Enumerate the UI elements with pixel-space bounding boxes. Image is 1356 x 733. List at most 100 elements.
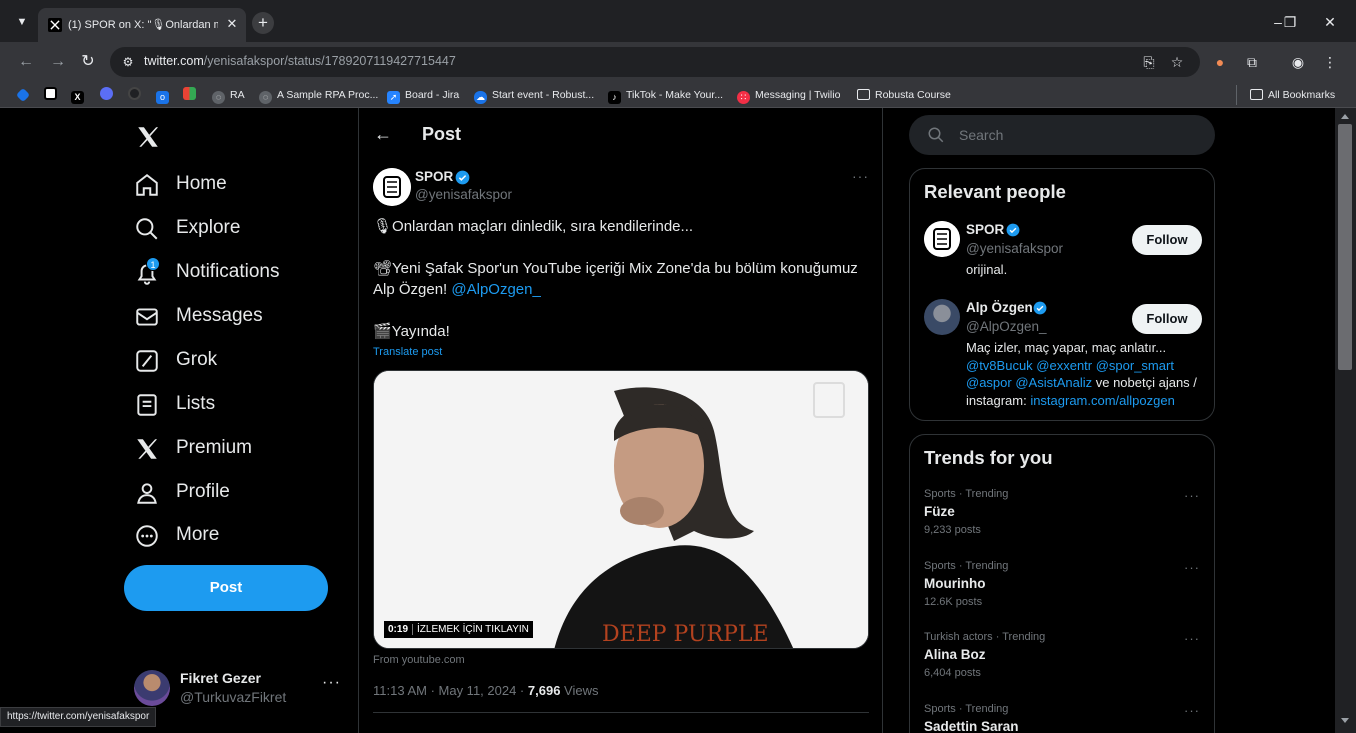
link-source[interactable]: From youtube.com xyxy=(373,654,465,666)
account-avatar[interactable] xyxy=(134,670,170,706)
author-name[interactable]: SPOR xyxy=(415,169,453,184)
person-avatar-spor[interactable] xyxy=(924,221,960,257)
account-handle[interactable]: @TurkuvazFikret xyxy=(180,689,286,705)
mail-icon xyxy=(136,308,158,326)
scroll-up-icon[interactable] xyxy=(1341,114,1349,119)
author-handle[interactable]: @yenisafakspor xyxy=(415,187,512,202)
list-icon xyxy=(137,394,157,416)
notification-badge: 1 xyxy=(146,257,160,271)
restore-icon[interactable]: ❐ xyxy=(1280,12,1300,32)
bookmarks-bar: X o ◌ RA ◌ A Sample RPA Proc... ➚ Board - J… xyxy=(0,82,1356,108)
person-handle-alp[interactable]: @AlpOzgen_ xyxy=(966,319,1047,334)
bookmark-ra[interactable]: ◌ RA xyxy=(212,87,245,104)
instagram-link[interactable]: instagram.com/allpozgen xyxy=(1030,393,1175,408)
x-icon xyxy=(137,439,158,459)
search-input[interactable]: Search xyxy=(959,127,1003,143)
person-avatar-alp[interactable] xyxy=(924,299,960,335)
trend-item[interactable]: Sports · Trending Mourinho 12.6K posts ·… xyxy=(924,560,1204,620)
scroll-down-icon[interactable] xyxy=(1341,718,1349,723)
x-logo-icon[interactable] xyxy=(135,124,161,150)
bookmark-5[interactable] xyxy=(128,87,146,103)
bookmark-robusta-folder[interactable]: Robusta Course xyxy=(857,87,951,103)
trend-more-icon[interactable]: ··· xyxy=(1184,488,1200,503)
extension-icon[interactable]: ● xyxy=(1210,52,1230,72)
trend-item[interactable]: Sports · Trending Sadettin Saran ··· xyxy=(924,703,1204,733)
tab-close-icon[interactable]: ✕ xyxy=(224,16,240,32)
bookmark-start-event[interactable]: ☁ Start event - Robust... xyxy=(474,87,594,104)
tab-search-dropdown-icon[interactable]: ▼ xyxy=(14,14,30,30)
bookmark-4[interactable] xyxy=(100,87,118,103)
bookmarks-separator xyxy=(1236,85,1237,105)
bookmark-grid[interactable] xyxy=(183,87,201,103)
mention-link[interactable]: @AlpOzgen_ xyxy=(451,281,540,298)
person-name-alp[interactable]: Alp Özgen xyxy=(966,300,1033,315)
video-duration-tag: 0:19 İZLEMEK İÇİN TIKLAYIN xyxy=(384,621,533,638)
browser-tab[interactable]: (1) SPOR on X: "🎙Onlardan maçları dinled… xyxy=(38,8,246,42)
profile-avatar-icon[interactable]: ◉ xyxy=(1288,52,1308,72)
person-name-spor[interactable]: SPOR xyxy=(966,222,1004,237)
video-thumbnail: DEEP PURPLE xyxy=(374,371,868,648)
link-status-bubble: https://twitter.com/yenisafakspor xyxy=(0,707,157,727)
more-circle-icon xyxy=(136,525,158,547)
twitter-page: Home Explore 1 Notifications Messages Gr… xyxy=(0,108,1356,733)
svg-text:DEEP PURPLE: DEEP PURPLE xyxy=(602,622,769,647)
bookmark-twilio[interactable]: ∷ Messaging | Twilio xyxy=(737,87,840,104)
browser-tab-bar: ▼ (1) SPOR on X: "🎙Onlardan maçları dinl… xyxy=(0,0,1356,42)
verified-badge-icon xyxy=(1006,223,1020,237)
extensions-puzzle-icon[interactable]: ⧉ xyxy=(1242,52,1262,72)
bookmark-outlook[interactable]: o xyxy=(156,87,174,104)
trend-more-icon[interactable]: ··· xyxy=(1184,703,1200,718)
account-more-icon[interactable]: ··· xyxy=(322,674,341,692)
person-bio-spor: orijinal. xyxy=(966,262,1008,277)
post-text: 🎙Onlardan maçları dinledik, sıra kendile… xyxy=(373,216,873,342)
search-icon xyxy=(136,218,158,240)
bookmark-jira[interactable]: ➚ Board - Jira xyxy=(387,87,459,104)
back-arrow-icon[interactable]: ← xyxy=(373,124,393,144)
grok-icon xyxy=(136,350,158,372)
bookmark-tiktok[interactable]: ♪ TikTok - Make Your... xyxy=(608,87,723,104)
chrome-menu-icon[interactable]: ⋮ xyxy=(1320,52,1340,72)
translate-post-link[interactable]: Translate post xyxy=(373,346,442,358)
new-tab-button[interactable]: + xyxy=(252,12,274,34)
tab-title: (1) SPOR on X: "🎙Onlardan maçları dinled… xyxy=(68,19,218,31)
post-line-1: 🎙Onlardan maçları dinledik, sıra kendile… xyxy=(373,218,694,235)
reload-icon[interactable]: ↻ xyxy=(78,52,98,72)
scroll-thumb[interactable] xyxy=(1338,124,1352,370)
bookmark-x[interactable]: X xyxy=(71,87,89,104)
bookmark-2[interactable] xyxy=(44,87,62,103)
post-more-icon[interactable]: ··· xyxy=(852,168,869,184)
relevant-people-title: Relevant people xyxy=(924,181,1066,202)
trend-more-icon[interactable]: ··· xyxy=(1184,631,1200,646)
close-window-icon[interactable]: ✕ xyxy=(1320,12,1340,32)
author-avatar[interactable] xyxy=(373,168,411,206)
person-bio-alp: Maç izler, maç yapar, maç anlatır... @tv… xyxy=(966,340,1197,408)
trend-more-icon[interactable]: ··· xyxy=(1184,560,1200,575)
person-icon xyxy=(137,483,157,504)
bookmark-1[interactable] xyxy=(15,87,33,103)
main-column: ← Post SPOR @yenisafakspor ··· 🎙Onlardan… xyxy=(358,108,883,733)
account-name[interactable]: Fikret Gezer xyxy=(180,670,261,686)
site-settings-icon[interactable]: ⚙ xyxy=(120,54,136,70)
divider xyxy=(373,712,869,713)
browser-toolbar: ← → ↻ ⚙ twitter.com/yenisafakspor/status… xyxy=(0,42,1356,82)
home-icon xyxy=(136,174,158,196)
back-icon[interactable]: ← xyxy=(16,52,36,72)
all-bookmarks-folder[interactable]: All Bookmarks xyxy=(1250,87,1335,103)
address-bar[interactable]: ⚙ twitter.com/yenisafakspor/status/17892… xyxy=(110,47,1200,77)
page-scrollbar[interactable] xyxy=(1335,108,1356,733)
trend-item[interactable]: Sports · Trending Füze 9,233 posts ··· xyxy=(924,488,1204,548)
bookmark-rpa[interactable]: ◌ A Sample RPA Proc... xyxy=(259,87,378,104)
follow-button-spor[interactable]: Follow xyxy=(1132,225,1202,255)
bookmark-star-icon[interactable]: ☆ xyxy=(1168,53,1186,71)
compose-post-button[interactable]: Post xyxy=(124,565,328,611)
post-meta: 11:13 AM · May 11, 2024 · 7,696 Views xyxy=(373,683,599,698)
url-text[interactable]: twitter.com/yenisafakspor/status/1789207… xyxy=(144,54,456,68)
forward-icon[interactable]: → xyxy=(48,52,68,72)
follow-button-alp[interactable]: Follow xyxy=(1132,304,1202,334)
search-icon xyxy=(928,127,944,143)
search-box[interactable]: Search xyxy=(909,115,1215,155)
person-handle-spor[interactable]: @yenisafakspor xyxy=(966,241,1063,256)
video-card[interactable]: DEEP PURPLE 0:19 İZLEMEK İÇİN TIKLAYIN xyxy=(373,370,869,649)
install-app-icon[interactable]: ⎘ xyxy=(1140,53,1158,71)
trend-item[interactable]: Turkish actors · Trending Alina Boz 6,40… xyxy=(924,631,1204,691)
